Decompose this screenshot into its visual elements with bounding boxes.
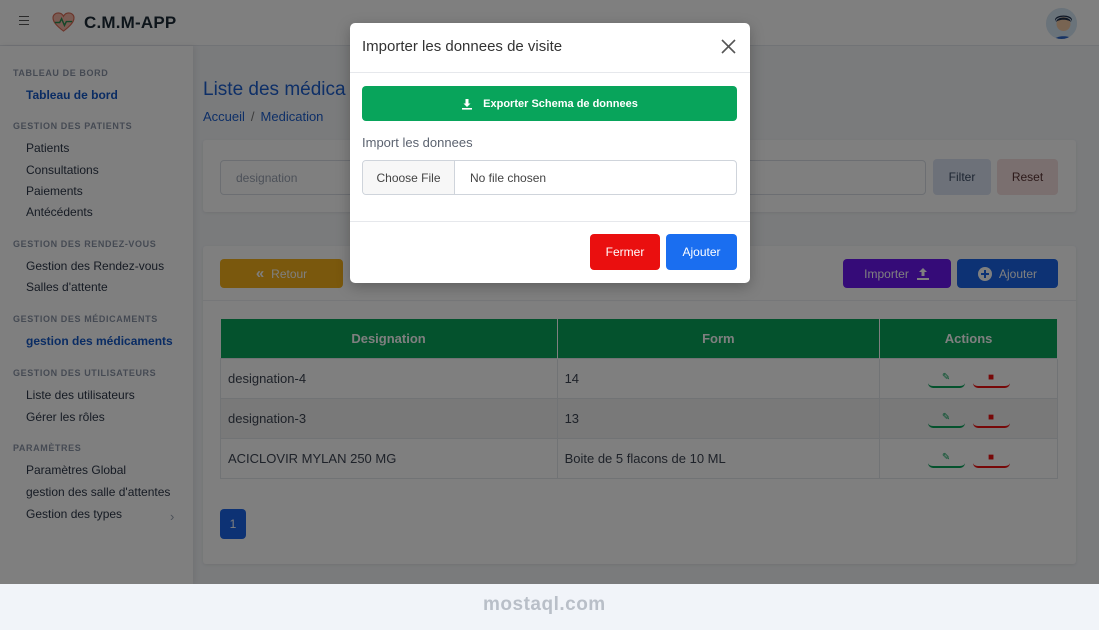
file-input[interactable]: Choose File No file chosen [362,160,737,195]
modal-ajouter-button[interactable]: Ajouter [666,234,737,270]
modal-title: Importer les donnees de visite [362,38,563,55]
watermark-text: mostaql.com [483,594,606,615]
export-schema-button[interactable]: Exporter Schema de donnees [362,86,737,121]
fermer-button[interactable]: Fermer [590,234,660,270]
close-icon[interactable] [720,38,737,55]
import-modal: Importer les donnees de visite Exporter … [350,23,750,283]
file-name-text: No file chosen [470,170,547,185]
download-icon [462,98,473,110]
app-shell: C.M.M-APP TABLEAU DE BORD Tableau de bor… [0,0,1099,584]
modal-footer-divider [350,221,750,222]
export-schema-label: Exporter Schema de donnees [483,97,638,110]
choose-file-button[interactable]: Choose File [363,161,455,194]
import-label: Import les donnees [362,135,473,150]
modal-header-divider [350,72,750,73]
